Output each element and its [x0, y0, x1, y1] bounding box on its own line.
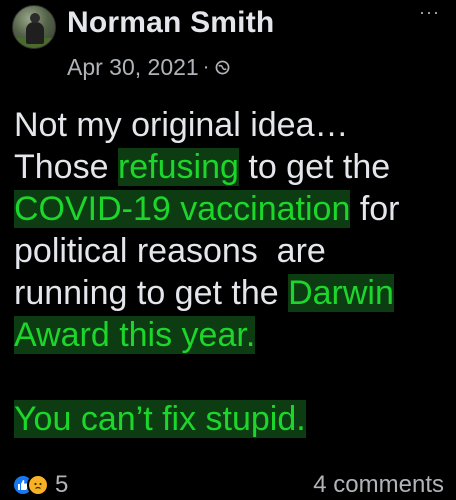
post-line: Not my original idea…	[14, 104, 446, 146]
highlighted-text: You can’t fix stupid.	[14, 400, 306, 438]
post-footer: 5 4 comments	[12, 470, 444, 500]
meta-separator: ·	[202, 56, 210, 78]
post-line: COVID-19 vaccination for	[14, 188, 446, 230]
post-meta: Apr 30, 2021 ·	[67, 54, 230, 81]
post-line: running to get the Darwin	[14, 272, 446, 314]
highlighted-text: refusing	[117, 148, 239, 186]
sad-icon	[27, 474, 49, 496]
post-line: political reasons are	[14, 230, 446, 272]
author-name[interactable]: Norman Smith	[67, 6, 274, 40]
reactions-summary[interactable]: 5	[12, 471, 68, 499]
post-line: You can’t fix stupid.	[14, 398, 446, 440]
post-date[interactable]: Apr 30, 2021	[67, 54, 199, 81]
highlighted-text: COVID-19 vaccination	[14, 190, 351, 228]
globe-icon[interactable]	[215, 60, 230, 75]
avatar-figure-head	[30, 13, 40, 23]
post-text-segment: political reasons are	[14, 232, 326, 270]
post-text-segment: running to get the	[14, 274, 289, 312]
avatar[interactable]	[12, 5, 56, 49]
post-text-segment: for	[350, 190, 400, 228]
highlighted-text: Darwin	[288, 274, 394, 312]
post-text-segment: to get the	[238, 148, 391, 186]
post-text: Not my original idea… Those refusing to …	[14, 104, 446, 440]
comments-link[interactable]: 4 comments	[313, 471, 444, 499]
post-text-segment: Not my original idea…	[14, 106, 349, 144]
post-line: Those refusing to get the	[14, 146, 446, 188]
reaction-count: 5	[55, 471, 69, 498]
post-text-segment: Those	[14, 148, 118, 186]
highlighted-text: Award this year.	[14, 316, 256, 354]
avatar-figure-body	[26, 22, 44, 44]
more-options-icon[interactable]: ···	[419, 2, 440, 23]
post-line: Award this year.	[14, 314, 446, 356]
